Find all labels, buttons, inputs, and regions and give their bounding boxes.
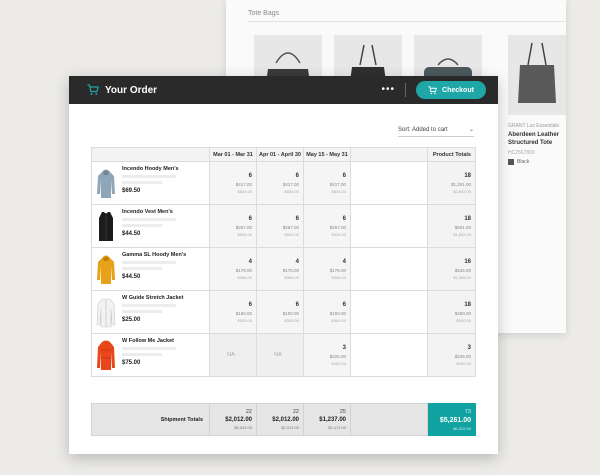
unavailable-cell: NA <box>209 333 257 377</box>
checkout-label: Checkout <box>442 86 474 94</box>
product-price: $44.50 <box>122 231 141 237</box>
unavailable-cell: NA <box>256 333 304 377</box>
grand-total-cell: 73 $5,261.00 $6,522.00 <box>427 403 476 436</box>
blank-cell <box>350 290 428 334</box>
product-total-cell: 18 $450.00 $900.00 <box>427 290 476 334</box>
catalog-divider <box>248 21 566 22</box>
checkout-button[interactable]: Checkout <box>416 81 486 99</box>
product-price: $25.00 <box>122 317 141 323</box>
order-grid: Mar 01 - Mar 31 Apr 01 - April 30 May 15… <box>91 147 476 377</box>
quantity-cell[interactable]: 6 $267.00 $534.00 <box>303 204 351 248</box>
header-divider <box>405 83 406 97</box>
page-title: Your Order <box>105 84 158 96</box>
featured-sku: HC2567800 <box>508 150 535 156</box>
order-header: Your Order ••• Checkout <box>69 76 498 104</box>
grid-header-row: Mar 01 - Mar 31 Apr 01 - April 30 May 15… <box>91 147 476 162</box>
quantity-cell[interactable]: 6 $417.00 $834.00 <box>303 161 351 205</box>
shipment-blank-cell <box>350 403 428 436</box>
featured-brand: GRANT Lux Essentials <box>508 123 560 129</box>
shipment-total-cell: 22 $2,012.00 $2,024.00 <box>256 403 304 436</box>
product-image-follow-me-jacket <box>97 340 115 370</box>
product-total-cell: 18 $801.00 $1,602.00 <box>427 204 476 248</box>
product-total-cell: 16 $534.00 $1,068.00 <box>427 247 476 291</box>
quantity-cell[interactable]: 6 $267.00 $534.00 <box>256 204 304 248</box>
table-row: Gamma SL Hoody Men's $44.50 4 $178.00 $356… <box>91 247 476 291</box>
featured-name-line1: Aberdeen Leather <box>508 132 560 138</box>
shipment-totals-label: Shipment Totals <box>91 403 210 436</box>
product-cell[interactable]: Incendo Vest Men's $44.50 <box>91 204 210 248</box>
chevron-down-icon: ⌄ <box>468 127 474 133</box>
blank-cell <box>350 333 428 377</box>
product-name: Incendo Hoody Men's <box>122 166 179 172</box>
blank-cell <box>350 247 428 291</box>
period-header-mar: Mar 01 - Mar 31 <box>209 147 257 162</box>
blank-cell <box>350 204 428 248</box>
catalog-section-title: Tote Bags <box>248 10 280 17</box>
table-row: Incendo Hoody Men's $69.50 6 $417.00 $834.… <box>91 161 476 205</box>
product-total-cell: 18 $1,251.00 $2,502.00 <box>427 161 476 205</box>
product-column-header <box>91 147 210 162</box>
product-image-stretch-jacket <box>96 298 116 328</box>
quantity-cell[interactable]: 3 $225.00 $450.00 <box>303 333 351 377</box>
sort-label: Sort: Added to cart <box>398 126 448 133</box>
blank-cell <box>350 161 428 205</box>
product-price: $44.50 <box>122 274 141 280</box>
quantity-cell[interactable]: 6 $417.00 $834.00 <box>256 161 304 205</box>
shipment-totals-row: Shipment Totals 22 $2,012.00 $5,024.00 22 $… <box>91 403 476 436</box>
quantity-cell[interactable]: 6 $150.00 $300.00 <box>303 290 351 334</box>
period-header-may: May 15 - May 31 <box>303 147 351 162</box>
product-image-hoody <box>97 169 115 198</box>
featured-name-line2: Structured Tote <box>508 140 553 146</box>
product-name: W Guide Stretch Jacket <box>122 295 184 301</box>
shipment-total-cell: 25 $1,237.00 $2,474.00 <box>303 403 351 436</box>
table-row: W Follow Me Jacket $75.00 NA NA 3 $225.00… <box>91 333 476 377</box>
product-cell[interactable]: Gamma SL Hoody Men's $44.50 <box>91 247 210 291</box>
product-price: $69.50 <box>122 188 141 194</box>
table-row: Incendo Vest Men's $44.50 6 $267.00 $534.0… <box>91 204 476 248</box>
product-cell[interactable]: W Guide Stretch Jacket $25.00 <box>91 290 210 334</box>
featured-color: Black <box>508 159 566 165</box>
more-options-icon[interactable]: ••• <box>381 85 395 95</box>
product-name: W Follow Me Jacket <box>122 338 174 344</box>
empty-column-header <box>350 147 428 162</box>
sort-dropdown[interactable]: Sort: Added to cart ⌄ <box>398 126 474 137</box>
quantity-cell[interactable]: 4 $178.00 $356.00 <box>209 247 257 291</box>
product-cell[interactable]: W Follow Me Jacket $75.00 <box>91 333 210 377</box>
quantity-cell[interactable]: 4 $178.00 $356.00 <box>303 247 351 291</box>
quantity-cell[interactable]: 6 $150.00 $300.00 <box>209 290 257 334</box>
quantity-cell[interactable]: 6 $417.00 $834.00 <box>209 161 257 205</box>
color-label: Black <box>517 159 530 165</box>
order-window: Your Order ••• Checkout Sort: Added to c… <box>69 76 498 454</box>
period-header-apr: Apr 01 - April 30 <box>256 147 304 162</box>
product-name: Gamma SL Hoody Men's <box>122 252 187 258</box>
quantity-cell[interactable]: 4 $178.00 $356.00 <box>256 247 304 291</box>
table-row: W Guide Stretch Jacket $25.00 6 $150.00 $3… <box>91 290 476 334</box>
color-swatch[interactable] <box>508 159 514 165</box>
cart-icon <box>87 84 99 95</box>
checkout-cart-icon <box>428 85 437 94</box>
product-cell[interactable]: Incendo Hoody Men's $69.50 <box>91 161 210 205</box>
product-total-cell: 3 $225.00 $450.00 <box>427 333 476 377</box>
shipment-total-cell: 22 $2,012.00 $5,024.00 <box>209 403 257 436</box>
product-totals-header: Product Totals <box>427 147 476 162</box>
product-name: Incendo Vest Men's <box>122 209 173 215</box>
product-image-vest <box>99 212 113 241</box>
quantity-cell[interactable]: 6 $267.00 $534.00 <box>209 204 257 248</box>
product-price: $75.00 <box>122 360 141 366</box>
catalog-featured-product[interactable]: GRANT Lux Essentials Aberdeen Leather St… <box>508 35 566 165</box>
catalog-thumb-featured <box>508 35 566 115</box>
quantity-cell[interactable]: 6 $150.00 $300.00 <box>256 290 304 334</box>
product-image-gamma-hoody <box>97 255 115 284</box>
